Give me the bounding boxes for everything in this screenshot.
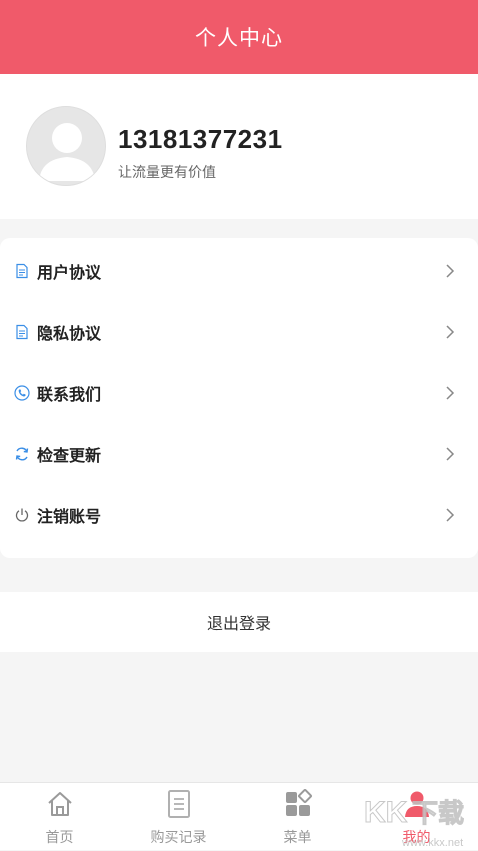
- chevron-right-icon: [446, 507, 455, 522]
- menu-item-delete-account[interactable]: 注销账号: [0, 484, 478, 545]
- menu-item-label: 联系我们: [37, 386, 102, 404]
- refresh-icon: [15, 447, 29, 460]
- chevron-right-icon: [446, 446, 455, 461]
- document-icon: [16, 263, 28, 278]
- chevron-right-icon: [446, 324, 455, 339]
- page-title: 个人中心: [195, 27, 283, 50]
- settings-menu: 用户协议 隐私协议 联系我们 检查更新 注销账号: [0, 238, 478, 558]
- phone-number: 13181377231: [118, 124, 283, 154]
- menu-item-label: 注销账号: [37, 508, 102, 526]
- tab-purchase-records[interactable]: 购买记录: [119, 783, 238, 851]
- avatar[interactable]: [26, 106, 106, 186]
- power-icon: [15, 508, 29, 521]
- chevron-right-icon: [446, 263, 455, 278]
- tab-home[interactable]: 首页: [0, 783, 119, 851]
- user-icon: [404, 791, 429, 817]
- logout-label: 退出登录: [206, 616, 271, 633]
- menu-item-contact-us[interactable]: 联系我们: [0, 362, 478, 423]
- tab-menu[interactable]: 菜单: [238, 783, 357, 851]
- menu-item-label: 检查更新: [37, 447, 102, 465]
- default-avatar-icon: [39, 123, 95, 181]
- bottom-tab-bar: 首页 购买记录 菜单 我的: [0, 782, 478, 850]
- menu-item-label: 用户协议: [37, 264, 102, 282]
- profile-slogan: 让流量更有价值: [118, 164, 216, 180]
- document-icon: [16, 324, 28, 339]
- grid-icon: [285, 789, 312, 816]
- menu-item-label: 隐私协议: [37, 325, 102, 343]
- logout-button[interactable]: 退出登录: [0, 592, 478, 652]
- tab-label: 首页: [45, 829, 74, 845]
- chevron-right-icon: [446, 385, 455, 400]
- menu-item-privacy-agreement[interactable]: 隐私协议: [0, 301, 478, 362]
- tab-label: 购买记录: [150, 829, 207, 845]
- list-icon: [167, 790, 190, 818]
- tab-mine[interactable]: 我的: [357, 783, 476, 851]
- page-header: 个人中心: [0, 0, 478, 74]
- phone-icon: [14, 384, 30, 401]
- menu-item-check-update[interactable]: 检查更新: [0, 423, 478, 484]
- profile-card: 13181377231 让流量更有价值: [0, 74, 478, 219]
- tab-label: 菜单: [283, 829, 312, 845]
- menu-item-user-agreement[interactable]: 用户协议: [0, 240, 478, 301]
- tab-label: 我的: [402, 829, 431, 845]
- home-icon: [47, 792, 72, 816]
